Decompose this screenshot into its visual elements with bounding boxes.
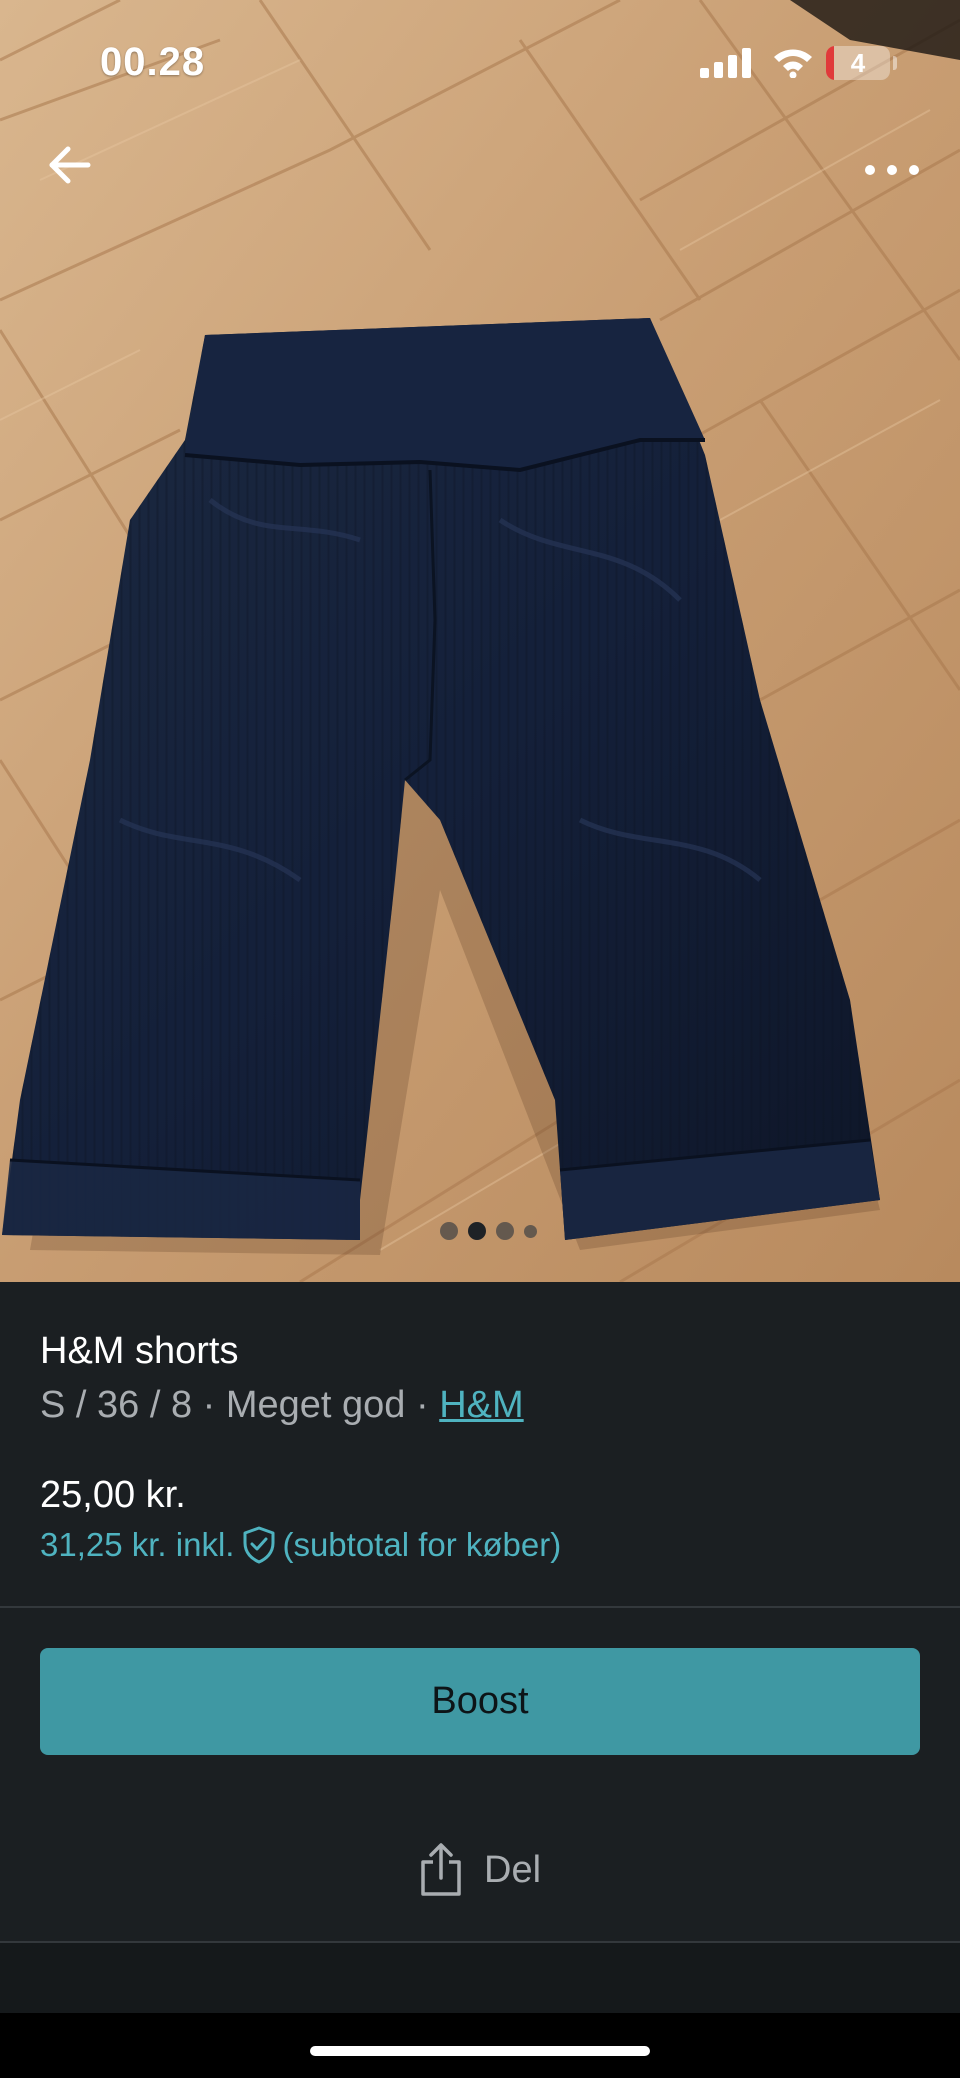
bottom-bar xyxy=(0,1943,960,2013)
item-photo[interactable]: 00.28 4 xyxy=(0,0,960,1282)
boost-button[interactable]: Boost xyxy=(40,1648,920,1755)
more-dots-icon xyxy=(865,165,919,175)
cellular-signal-icon xyxy=(700,48,751,78)
battery-level: 4 xyxy=(850,48,866,78)
divider xyxy=(0,1606,960,1608)
shield-check-icon xyxy=(243,1526,275,1564)
photo-scene xyxy=(0,0,960,1282)
listing-meta: S / 36 / 8 · Meget god · H&M xyxy=(40,1384,524,1427)
arrow-left-icon xyxy=(49,146,91,184)
listing-screen: 00.28 4 H&M shorts S / 36 / 8 · Meget go… xyxy=(0,0,960,2078)
pager-dot[interactable] xyxy=(440,1222,458,1240)
price-incl-amount: 31,25 kr. inkl. xyxy=(40,1526,235,1563)
size-condition-text: S / 36 / 8 · Meget god · xyxy=(40,1384,440,1426)
wifi-icon xyxy=(774,49,812,78)
pager-dot-active[interactable] xyxy=(468,1222,486,1240)
photo-pager[interactable] xyxy=(440,1222,537,1240)
share-icon xyxy=(421,1843,461,1896)
more-options-button[interactable] xyxy=(860,150,924,190)
price-incl-note: (subtotal for køber) xyxy=(282,1526,562,1563)
battery-icon: 4 xyxy=(826,46,890,80)
listing-title: H&M shorts xyxy=(40,1330,239,1372)
home-indicator[interactable] xyxy=(310,2046,650,2056)
share-button[interactable]: Del xyxy=(418,1838,541,1902)
battery-nub xyxy=(893,56,897,70)
brand-link[interactable]: H&M xyxy=(439,1384,523,1426)
listing-info: H&M shorts S / 36 / 8 · Meget god · H&M … xyxy=(0,1282,960,1607)
listing-price: 25,00 kr. xyxy=(40,1474,186,1516)
pager-dot[interactable] xyxy=(496,1222,514,1240)
pager-dot[interactable] xyxy=(524,1224,537,1238)
back-button[interactable] xyxy=(40,138,100,192)
share-label: Del xyxy=(484,1848,542,1891)
status-time: 00.28 xyxy=(100,40,206,84)
price-incl-protection[interactable]: 31,25 kr. inkl. (subtotal for køber) xyxy=(40,1526,561,1564)
